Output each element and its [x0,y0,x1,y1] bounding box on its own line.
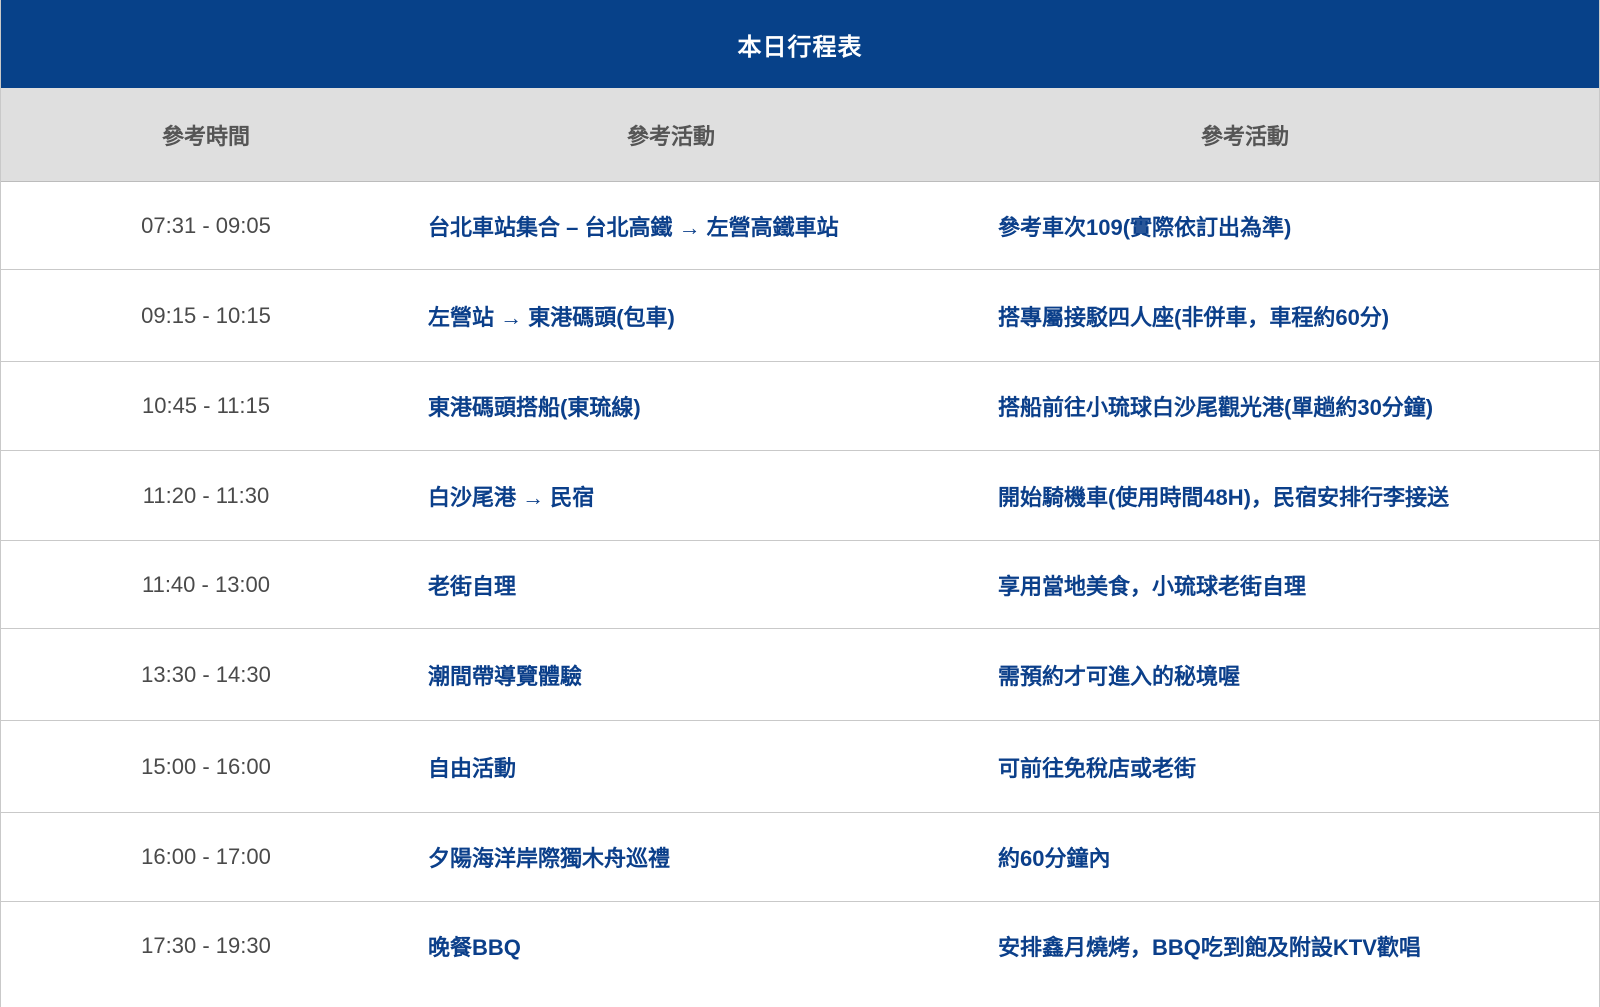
table-header-row: 參考時間 參考活動 參考活動 [1,88,1599,182]
row-time: 07:31 - 09:05 [141,212,271,238]
row-activity: 晚餐BBQ [428,934,521,960]
row-activity: 白沙尾港 → 民宿 [428,484,595,510]
row-note: 搭專屬接駁四人座(非併車，車程約60分) [998,304,1390,330]
row-note: 搭船前往小琉球白沙尾觀光港(單趟約30分鐘) [998,395,1434,420]
row-activity: 台北車站集合 – 台北高鐵 → 左營高鐵車站 [428,214,839,240]
table-row: 11:40 - 13:00 老街自理 享用當地美食，小琉球老街自理 [1,541,1599,629]
table-row: 07:31 - 09:05 台北車站集合 – 台北高鐵 → 左營高鐵車站 參考車… [1,182,1599,270]
table-row: 16:00 - 17:00 夕陽海洋岸際獨木舟巡禮 約60分鐘內 [1,813,1599,902]
row-activity: 左營站 → 東港碼頭(包車) [428,304,675,330]
row-note: 需預約才可進入的秘境喔 [998,663,1241,689]
row-note: 約60分鐘內 [998,846,1111,871]
header-note: 參考活動 [1200,123,1289,149]
table-row: 09:15 - 10:15 左營站 → 東港碼頭(包車) 搭專屬接駁四人座(非併… [1,270,1599,362]
row-activity: 潮間帶導覽體驗 [428,663,583,689]
row-note: 享用當地美食，小琉球老街自理 [998,573,1307,599]
row-note: 參考車次109(實際依訂出為準) [998,214,1292,240]
table-row: 11:20 - 11:30 白沙尾港 → 民宿 開始騎機車(使用時間48H)，民… [1,451,1599,541]
schedule-table: 本日行程表 參考時間 參考活動 參考活動 07:31 - 09:05 台北車站集… [0,0,1600,1007]
row-time: 13:30 - 14:30 [141,661,271,687]
table-row: 13:30 - 14:30 潮間帶導覽體驗 需預約才可進入的秘境喔 [1,629,1599,721]
row-note: 可前往免稅店或老街 [998,755,1197,781]
row-activity: 東港碼頭搭船(東琉線) [428,395,641,420]
row-time: 11:20 - 11:30 [142,482,270,508]
schedule-title: 本日行程表 [737,33,863,61]
row-time: 16:00 - 17:00 [141,844,271,869]
row-note: 開始騎機車(使用時間48H)，民宿安排行李接送 [998,484,1450,510]
row-time: 17:30 - 19:30 [141,932,271,958]
table-row: 15:00 - 16:00 自由活動 可前往免稅店或老街 [1,721,1599,813]
schedule-title-bar: 本日行程表 [1,0,1599,88]
row-time: 15:00 - 16:00 [141,753,271,779]
table-row: 17:30 - 19:30 晚餐BBQ 安排鑫月燒烤，BBQ吃到飽及附設KTV歡… [1,902,1599,989]
header-activity: 參考活動 [626,123,715,149]
row-time: 09:15 - 10:15 [141,302,271,328]
header-time: 參考時間 [161,123,250,149]
row-activity: 老街自理 [428,573,517,599]
row-note: 安排鑫月燒烤，BBQ吃到飽及附設KTV歡唱 [998,934,1421,960]
row-activity: 夕陽海洋岸際獨木舟巡禮 [428,846,671,871]
row-time: 11:40 - 13:00 [141,571,271,597]
table-row: 10:45 - 11:15 東港碼頭搭船(東琉線) 搭船前往小琉球白沙尾觀光港(… [1,362,1599,451]
row-time: 10:45 - 11:15 [141,393,271,418]
row-activity: 自由活動 [428,755,517,781]
